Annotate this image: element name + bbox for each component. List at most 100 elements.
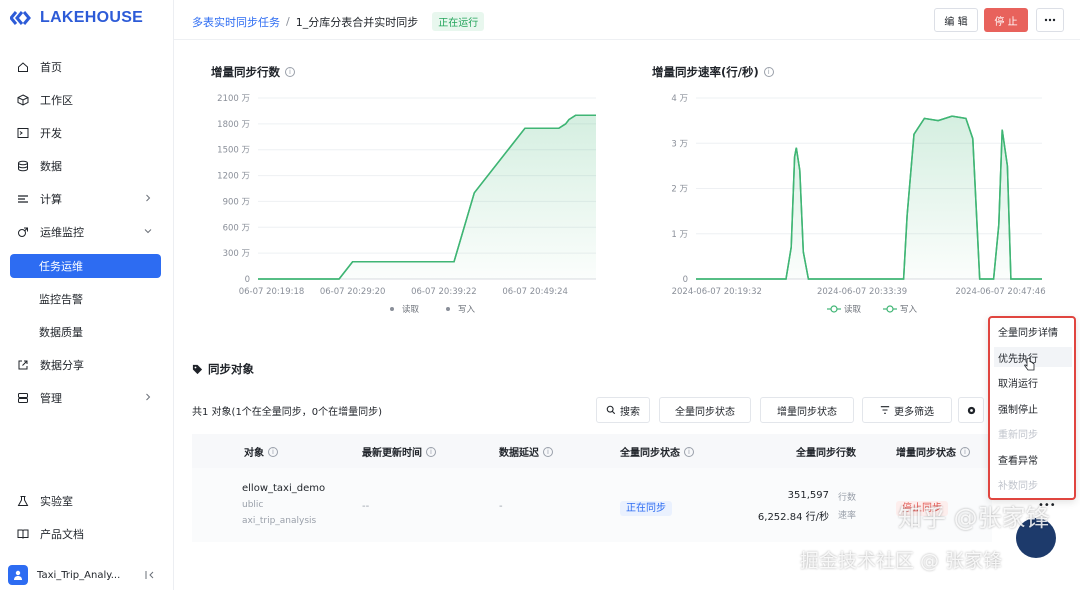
sidebar-item-label: 开发: [40, 127, 62, 140]
x-tick-label: 06-07 20:29:20: [320, 287, 386, 297]
sidebar-item-data-share[interactable]: 数据分享: [10, 353, 162, 377]
sidebar-item-label: 运维监控: [40, 226, 84, 239]
tag-icon: [192, 364, 203, 374]
col-label: 全量同步状态: [620, 448, 680, 459]
filter-icon: [880, 406, 890, 414]
sidebar: LAKEHOUSE 首页 工作区 开发 数据 计算 运维监控 任务运维 监控告警…: [0, 0, 174, 590]
y-tick-label: 1500 万: [217, 146, 250, 156]
logo[interactable]: LAKEHOUSE: [10, 9, 143, 27]
settings-button[interactable]: [958, 397, 984, 423]
info-icon[interactable]: i: [285, 67, 295, 77]
menu-item-force-stop[interactable]: 强制停止: [998, 398, 1072, 418]
edit-button[interactable]: 编 辑: [934, 8, 978, 32]
col-full-rows: 全量同步行数: [796, 444, 856, 459]
breadcrumb-parent-link[interactable]: 多表实时同步任务: [192, 14, 280, 30]
col-label: 对象: [244, 448, 264, 459]
table-row[interactable]: ellow_taxi_demo ublic axi_trip_analysis …: [192, 468, 1056, 542]
object-schema: ublic: [242, 500, 264, 510]
y-tick-label: 2 万: [671, 185, 688, 195]
sidebar-item-workspace[interactable]: 工作区: [10, 88, 162, 112]
y-tick-label: 1200 万: [217, 172, 250, 182]
x-tick-label: 2024-06-07 20:33:39: [817, 287, 907, 297]
sidebar-item-data[interactable]: 数据: [10, 154, 162, 178]
col-label: 增量同步状态: [896, 448, 956, 459]
collapse-sidebar-icon[interactable]: [144, 569, 156, 581]
object-name[interactable]: ellow_taxi_demo: [242, 483, 325, 494]
y-tick-label: 0: [245, 275, 250, 285]
y-tick-label: 2100 万: [217, 94, 250, 104]
menu-item-view-errors[interactable]: 查看异常: [998, 449, 1072, 469]
full-sync-status: 正在同步: [620, 499, 672, 516]
sidebar-sub-label: 监控告警: [39, 293, 83, 306]
page-title: 1_分库分表合并实时同步: [295, 15, 419, 29]
cursor-icon: [1024, 358, 1035, 371]
more-dots-icon: [1044, 18, 1056, 22]
search-button[interactable]: 搜索: [596, 397, 650, 423]
y-tick-label: 600 万: [223, 223, 250, 233]
sidebar-item-data-quality[interactable]: 数据质量: [10, 320, 161, 344]
info-icon[interactable]: i: [960, 446, 970, 457]
workspace-switcher[interactable]: Taxi_Trip_Analy...: [8, 563, 164, 587]
database-icon: [16, 159, 30, 173]
more-filters-button[interactable]: 更多筛选: [862, 397, 952, 423]
sidebar-item-compute[interactable]: 计算: [10, 187, 162, 211]
sidebar-item-docs[interactable]: 产品文档: [10, 522, 162, 546]
info-icon[interactable]: i: [763, 67, 774, 77]
updated-time: --: [362, 501, 370, 512]
search-label: 搜索: [620, 406, 640, 418]
sidebar-item-develop[interactable]: 开发: [10, 121, 162, 145]
share-icon: [16, 358, 30, 372]
info-icon[interactable]: i: [684, 446, 694, 457]
more-filter-label: 更多筛选: [894, 406, 934, 418]
logo-icon: [10, 11, 31, 25]
object-database: axi_trip_analysis: [242, 516, 317, 526]
rows-unit: 行数: [838, 493, 857, 503]
app-root: LAKEHOUSE 首页 工作区 开发 数据 计算 运维监控 任务运维 监控告警…: [0, 0, 1080, 590]
status-badge: 正在运行: [432, 12, 485, 31]
stop-button[interactable]: 停 止: [984, 8, 1028, 32]
x-tick-label: 06-07 20:49:24: [502, 287, 568, 297]
sidebar-item-home[interactable]: 首页: [10, 55, 162, 79]
col-delay: 数据延迟 i: [499, 444, 553, 459]
rate-value: 6,252.84 行/秒: [757, 512, 829, 523]
series-area: [258, 115, 596, 279]
col-label: 最新更新时间: [362, 448, 422, 459]
sidebar-sub-label: 任务运维: [39, 260, 83, 273]
table-header: [192, 434, 992, 468]
rate-chart: 0 1 万 2 万 3 万 4 万 2024-06-07 20:19:32 2024-06-…: [671, 94, 1045, 315]
legend-marker: [830, 305, 838, 313]
col-object: 对象 i: [244, 444, 278, 459]
book-icon: [16, 527, 30, 541]
sidebar-item-label: 实验室: [40, 495, 73, 508]
breadcrumb-separator: /: [286, 15, 290, 28]
inc-sync-status-filter[interactable]: 增量同步状态: [760, 397, 854, 423]
user-avatar-icon: [8, 565, 28, 585]
sidebar-item-alerts[interactable]: 监控告警: [10, 287, 161, 311]
x-tick-label: 2024-06-07 20:47:46: [955, 287, 1045, 297]
x-tick-label: 06-07 20:19:18: [239, 287, 305, 297]
full-sync-status-filter[interactable]: 全量同步状态: [659, 397, 751, 423]
section-title-text: 同步对象: [208, 362, 254, 376]
sidebar-item-lab[interactable]: 实验室: [10, 489, 162, 513]
info-icon[interactable]: i: [543, 446, 553, 457]
menu-item-full-sync-detail[interactable]: 全量同步详情: [998, 321, 1072, 341]
col-label: 数据延迟: [499, 448, 539, 459]
sidebar-item-label: 首页: [40, 61, 62, 74]
sidebar-item-ops-monitor[interactable]: 运维监控: [10, 220, 162, 244]
chart-title-text: 增量同步速率(行/秒): [652, 65, 759, 79]
legend-label: 读取: [402, 304, 420, 315]
sidebar-item-label: 数据: [40, 160, 62, 173]
menu-item-cancel-run[interactable]: 取消运行: [998, 372, 1072, 392]
sidebar-item-task-ops[interactable]: 任务运维: [10, 254, 161, 278]
sidebar-sub-label: 数据质量: [39, 326, 83, 339]
info-icon[interactable]: i: [426, 446, 436, 457]
series-line-read: [696, 115, 1042, 280]
more-actions-button[interactable]: [1036, 8, 1064, 32]
sidebar-item-manage[interactable]: 管理: [10, 386, 162, 410]
menu-item-resync: 重新同步: [998, 429, 1038, 441]
info-icon[interactable]: i: [268, 446, 278, 457]
watermark-top: 知乎 @张家锋: [898, 504, 1050, 532]
full-rows-value: 351,597: [787, 490, 829, 501]
chevron-right-icon: [146, 393, 151, 401]
cube-icon: [16, 93, 30, 107]
